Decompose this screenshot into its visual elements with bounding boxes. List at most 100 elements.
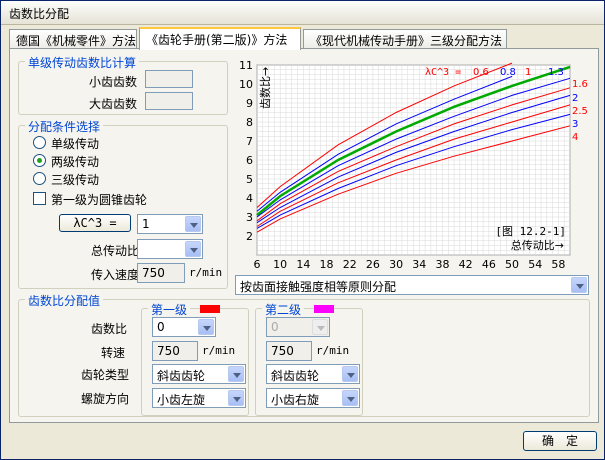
- stage1-gear-type-select[interactable]: 斜齿齿轮: [152, 364, 246, 384]
- tab-gear-handbook-method[interactable]: 《齿轮手册(第二版)》方法: [139, 27, 301, 50]
- x-tick-label: 34: [412, 258, 426, 271]
- chevron-down-icon: [185, 216, 201, 232]
- bevel-first-stage-label: 第一级为圆锥齿轮: [51, 193, 148, 207]
- stage2-speed-field[interactable]: 750: [266, 341, 312, 361]
- condition-title: 分配条件选择: [25, 118, 104, 135]
- tab-modern-handbook-method[interactable]: 《现代机械传动手册》三级分配方法: [303, 29, 507, 49]
- stage1-color-swatch: [200, 305, 220, 313]
- stage1-helix-value: 小齿左旋: [157, 393, 206, 407]
- input-speed-unit: r/min: [189, 266, 223, 279]
- chevron-down-icon: [185, 241, 201, 257]
- large-gear-teeth-field[interactable]: [145, 92, 193, 110]
- x-tick-label: 50: [505, 258, 519, 271]
- gear-ratio-chart: 6 10 14 18 22 26 30 34 38 42 46 50 54 58234567891011齿…: [239, 59, 588, 271]
- curve-label: 1.6: [572, 79, 588, 90]
- stage2-helix-select[interactable]: 小齿右旋: [266, 388, 360, 408]
- curve-label: 0.6: [473, 67, 489, 78]
- method-select[interactable]: 按齿面接触强度相等原则分配: [235, 275, 589, 295]
- figure-reference: [图 12.2-1]: [495, 225, 566, 238]
- x-tick-label: 14: [296, 258, 310, 271]
- single-stage-radio-label: 单级传动: [51, 137, 100, 151]
- y-tick-label: 2: [246, 230, 253, 243]
- y-tick-label: 7: [246, 135, 253, 148]
- small-gear-teeth-field[interactable]: [145, 70, 193, 88]
- curve-label: 2: [572, 93, 578, 104]
- ok-button[interactable]: 确 定: [523, 431, 597, 451]
- chevron-down-icon: [198, 319, 214, 335]
- helix-row-label: 螺旋方向: [81, 392, 130, 406]
- x-axis-label: 总传动比→: [511, 238, 564, 252]
- bevel-first-stage-checkbox[interactable]: [33, 192, 46, 205]
- stage1-gear-type-value: 斜齿齿轮: [157, 369, 206, 383]
- y-tick-label: 3: [246, 211, 253, 224]
- single-stage-title: 单级传动齿数比计算: [25, 54, 140, 71]
- chevron-down-icon: [228, 366, 244, 382]
- stage1-helix-select[interactable]: 小齿左旋: [152, 388, 246, 408]
- tab-page: 单级传动齿数比计算 小齿齿数 大齿齿数 分配条件选择 单级传动 两级传动 三级传…: [9, 48, 599, 423]
- stage1-speed-unit: r/min: [202, 344, 236, 357]
- stage1-ratio-value: 0: [157, 320, 165, 334]
- dialog-window: 齿数比分配 德国《机械零件》方法 《齿轮手册(第二版)》方法 《现代机械传动手册…: [0, 0, 605, 460]
- x-tick-label: 42: [459, 258, 473, 271]
- three-stage-radio-label: 三级传动: [51, 173, 100, 187]
- input-speed-field[interactable]: 750: [137, 263, 185, 283]
- stage2-helix-value: 小齿右旋: [271, 393, 320, 407]
- stage1-ratio-select[interactable]: 0: [152, 317, 216, 337]
- stage1-speed-field[interactable]: 750: [152, 341, 198, 361]
- two-stage-radio[interactable]: [33, 154, 46, 167]
- three-stage-radio[interactable]: [33, 172, 46, 185]
- lambda-c3-value: 1: [142, 217, 150, 231]
- single-stage-radio[interactable]: [33, 136, 46, 149]
- stage2-gear-type-value: 斜齿齿轮: [271, 369, 320, 383]
- x-tick-label: 6: [254, 258, 261, 271]
- legend-title: λC^3 =: [425, 67, 461, 78]
- x-tick-label: 10: [273, 258, 287, 271]
- distribution-title: 齿数比分配值: [25, 292, 104, 309]
- curve-label: 1.3: [548, 67, 564, 78]
- two-stage-radio-label: 两级传动: [51, 155, 100, 169]
- x-tick-label: 54: [528, 258, 542, 271]
- x-tick-label: 18: [320, 258, 334, 271]
- chevron-down-icon: [571, 277, 587, 293]
- stage2-group: 第二级 0 750 r/min 斜齿齿轮 小齿右旋: [255, 301, 363, 416]
- stage2-speed-unit: r/min: [316, 344, 350, 357]
- curve-label: 1: [525, 67, 531, 78]
- y-tick-label: 9: [246, 97, 253, 110]
- method-value: 按齿面接触强度相等原则分配: [240, 280, 397, 294]
- condition-group: 分配条件选择 单级传动 两级传动 三级传动 第一级为圆锥齿轮 λC^3 = 1 …: [18, 118, 228, 289]
- speed-row-label: 转速: [101, 346, 126, 360]
- x-tick-label: 38: [435, 258, 449, 271]
- y-tick-label: 10: [239, 78, 253, 91]
- large-gear-teeth-label: 大齿齿数: [89, 97, 138, 111]
- x-tick-label: 58: [551, 258, 565, 271]
- total-ratio-select[interactable]: [137, 239, 203, 259]
- curve-label: 0.8: [500, 67, 516, 78]
- lambda-c3-select[interactable]: 1: [137, 214, 203, 234]
- y-axis-label: 齿数比→: [259, 67, 272, 109]
- x-tick-label: 22: [343, 258, 357, 271]
- x-tick-label: 26: [366, 258, 380, 271]
- chevron-down-icon: [228, 390, 244, 406]
- distribution-group: 齿数比分配值 齿数比 转速 齿轮类型 螺旋方向 第一级 0 750 r/min …: [18, 292, 590, 417]
- stage2-gear-type-select[interactable]: 斜齿齿轮: [266, 364, 360, 384]
- y-tick-label: 11: [239, 59, 253, 72]
- lambda-c3-button[interactable]: λC^3 =: [59, 214, 131, 232]
- y-tick-label: 5: [246, 173, 253, 186]
- x-tick-label: 46: [482, 258, 496, 271]
- tab-german-method[interactable]: 德国《机械零件》方法: [9, 29, 137, 49]
- stage1-group: 第一级 0 750 r/min 斜齿齿轮 小齿左旋: [141, 301, 249, 416]
- stage2-ratio-value: 0: [271, 320, 279, 334]
- single-stage-group: 单级传动齿数比计算 小齿齿数 大齿齿数: [18, 54, 228, 115]
- window-title: 齿数比分配: [9, 7, 70, 21]
- chevron-down-icon: [342, 390, 358, 406]
- ratio-row-label: 齿数比: [91, 322, 128, 336]
- stage2-color-swatch: [314, 305, 334, 313]
- x-tick-label: 30: [389, 258, 403, 271]
- stage2-ratio-select[interactable]: 0: [266, 317, 330, 337]
- title-bar: 齿数比分配: [1, 1, 604, 25]
- chevron-down-icon: [342, 366, 358, 382]
- y-tick-label: 4: [246, 192, 253, 205]
- small-gear-teeth-label: 小齿齿数: [89, 75, 138, 89]
- stage2-title: 第二级: [262, 301, 305, 318]
- curve-label: 4: [572, 132, 578, 143]
